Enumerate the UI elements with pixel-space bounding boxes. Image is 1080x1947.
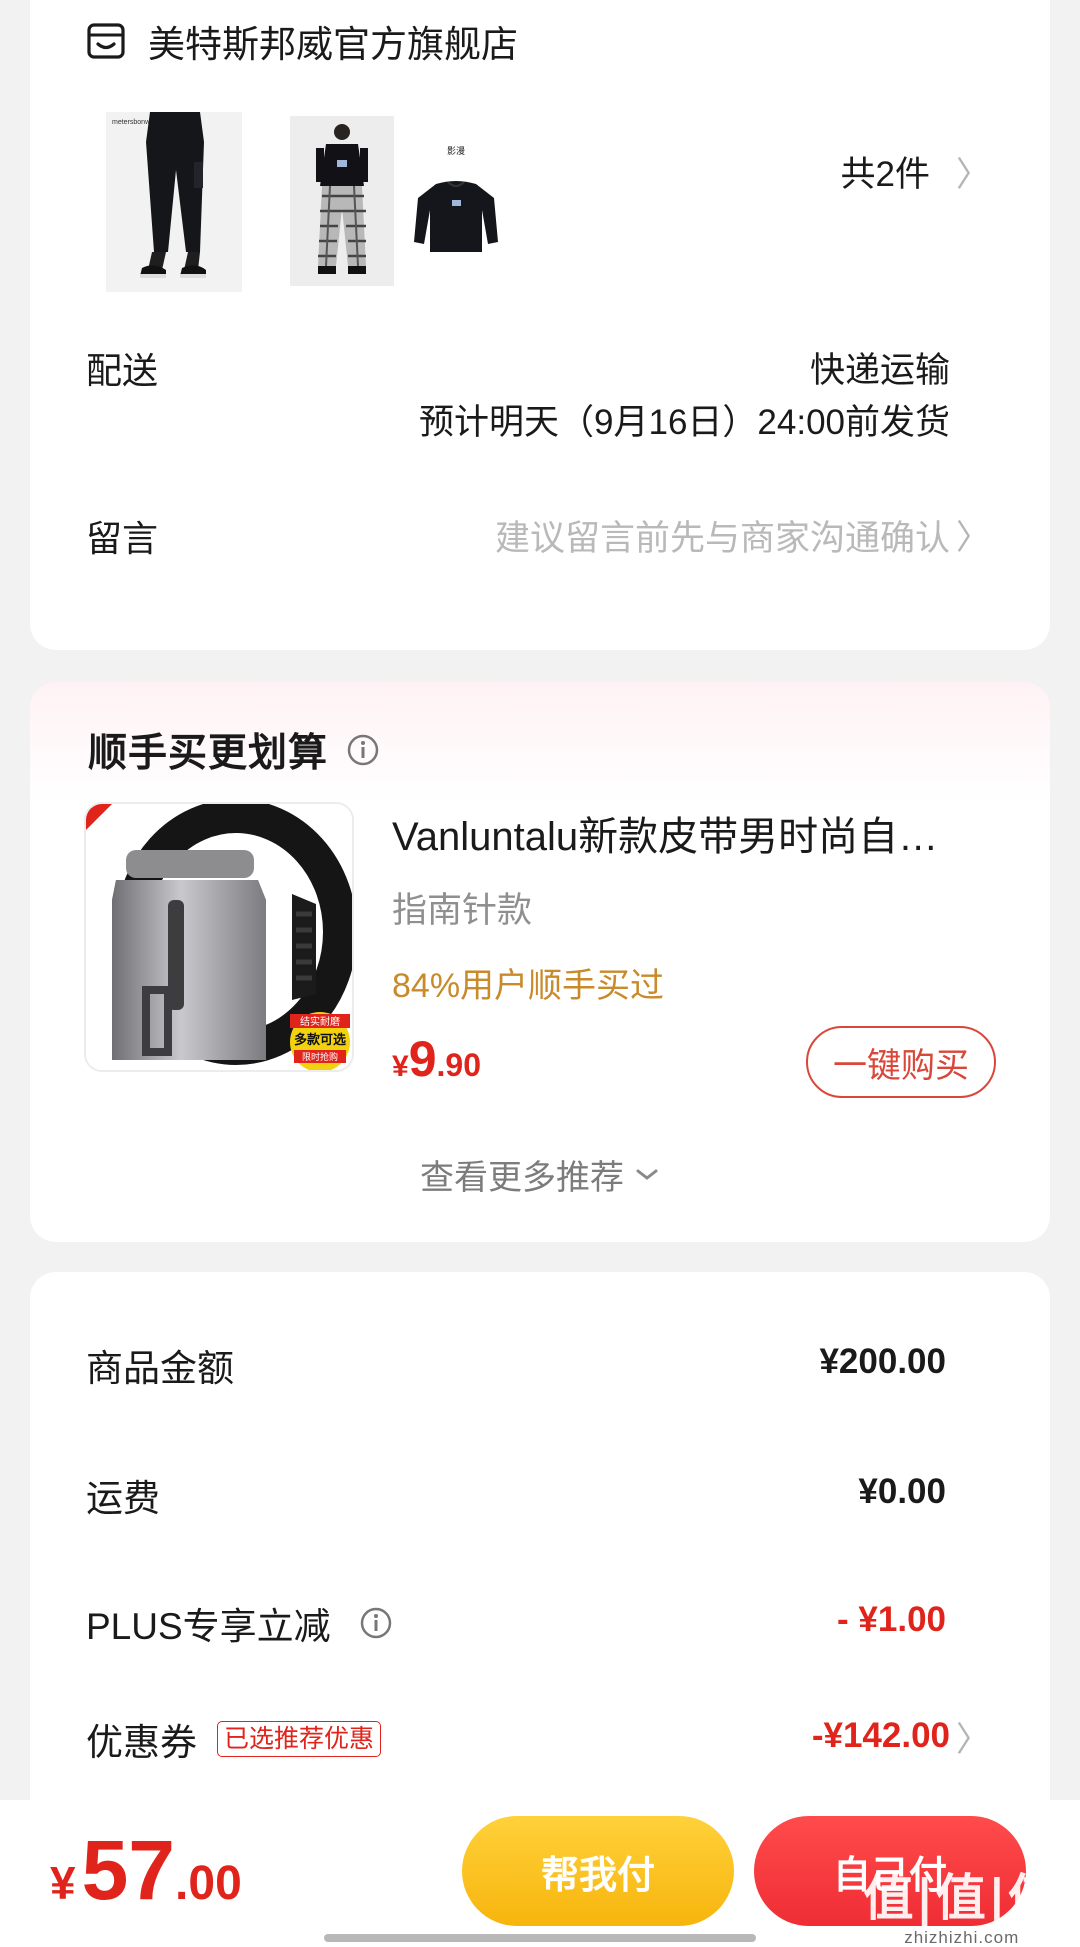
badge-bottom-text: 限时抢购 <box>302 1051 338 1063</box>
watermark-url: zhizhizhi.com <box>904 1928 1020 1947</box>
coupon-row[interactable]: 优惠券 已选推荐优惠 <box>86 1712 382 1766</box>
price-integer: 9 <box>408 1031 437 1087</box>
recommend-header: 顺手买更划算 <box>88 722 380 778</box>
item-count-label: 共2件 <box>840 155 930 194</box>
one-click-buy-button[interactable]: 一键购买 <box>806 1026 996 1098</box>
goods-amount-value: ¥200.00 <box>819 1342 946 1381</box>
badge-mid-text: 多款可选 <box>294 1032 346 1048</box>
product-thumbnail[interactable]: metersbonwe <box>106 112 242 292</box>
delivery-eta: 预计明天（9月16日）24:00前发货 <box>419 403 950 442</box>
total-decimal: .00 <box>175 1857 242 1910</box>
shop-face-icon <box>87 23 125 59</box>
plus-discount-value: - ¥1.00 <box>837 1600 946 1639</box>
see-more-label: 查看更多推荐 <box>420 1159 624 1197</box>
coupon-tag: 已选推荐优惠 <box>217 1721 382 1757</box>
message-input[interactable]: 建议留言前先与商家沟通确认 <box>495 510 950 561</box>
shop-name: 美特斯邦威官方旗舰店 <box>148 24 518 65</box>
price-currency: ¥ <box>392 1050 409 1083</box>
recommend-product-variant[interactable]: 指南针款 <box>392 882 532 933</box>
total-currency: ¥ <box>50 1857 76 1909</box>
product-thumbnail[interactable]: 影漫 <box>406 138 506 266</box>
message-label: 留言 <box>86 518 159 559</box>
delivery-label: 配送 <box>86 350 159 391</box>
price-decimal: .90 <box>436 1047 481 1083</box>
info-circle-icon[interactable] <box>346 733 380 767</box>
brand-label: metersbonwe <box>112 119 154 126</box>
total-price: ¥ 57 .00 <box>50 1822 242 1919</box>
watermark-logo: 值|值|值 <box>863 1869 1060 1927</box>
info-circle-icon[interactable] <box>359 1606 393 1640</box>
product-thumbnail[interactable] <box>290 116 394 286</box>
checkout-bar: ¥ 57 .00 帮我付 自己付 值|值|值 zhizhizhi.com <box>0 1800 1080 1947</box>
recommend-bought-text: 84%用户顺手买过 <box>392 967 665 1005</box>
badge-label: 影漫 <box>447 145 465 157</box>
coupon-value[interactable]: -¥142.00 <box>812 1716 950 1756</box>
recommend-card: 顺手买更划算 结实耐磨 多款可选 限时抢购 Vanluntalu新款皮带男时尚自… <box>30 682 1050 1242</box>
chevron-right-icon: 〉 <box>956 518 990 558</box>
order-card: 美特斯邦威官方旗舰店 metersbonwe 影漫 共2件 〉 配送 快递运输 … <box>30 0 1050 650</box>
item-count-link[interactable]: 共2件 〉 <box>841 146 990 197</box>
chevron-down-icon <box>636 1169 658 1180</box>
recommend-product-name[interactable]: Vanluntalu新款皮带男时尚自… <box>392 804 992 862</box>
recommend-product-image[interactable]: 结实耐磨 多款可选 限时抢购 <box>84 802 354 1072</box>
shipping-label: 运费 <box>86 1478 160 1519</box>
goods-amount-label: 商品金额 <box>86 1348 234 1389</box>
help-pay-button[interactable]: 帮我付 <box>462 1816 734 1926</box>
recommend-price: ¥ 9 .90 <box>392 1030 481 1088</box>
coupon-label: 优惠券 <box>86 1722 197 1763</box>
chevron-right-icon: 〉 <box>956 155 990 195</box>
shop-header[interactable]: 美特斯邦威官方旗舰店 <box>86 14 518 68</box>
recommend-title: 顺手买更划算 <box>88 732 329 775</box>
plus-discount-row: PLUS专享立减 <box>86 1596 393 1650</box>
total-integer: 57 <box>81 1823 176 1917</box>
chevron-right-icon: 〉 <box>956 1720 990 1760</box>
site-watermark: 值|值|值 zhizhizhi.com <box>863 1858 1060 1947</box>
shipping-value: ¥0.00 <box>858 1472 946 1511</box>
delivery-method: 快递运输 <box>809 351 950 390</box>
see-more-recommend[interactable]: 查看更多推荐 <box>30 1150 1050 1199</box>
plus-discount-label: PLUS专享立减 <box>86 1606 331 1647</box>
home-indicator[interactable] <box>324 1934 756 1942</box>
badge-top-text: 结实耐磨 <box>300 1015 340 1028</box>
